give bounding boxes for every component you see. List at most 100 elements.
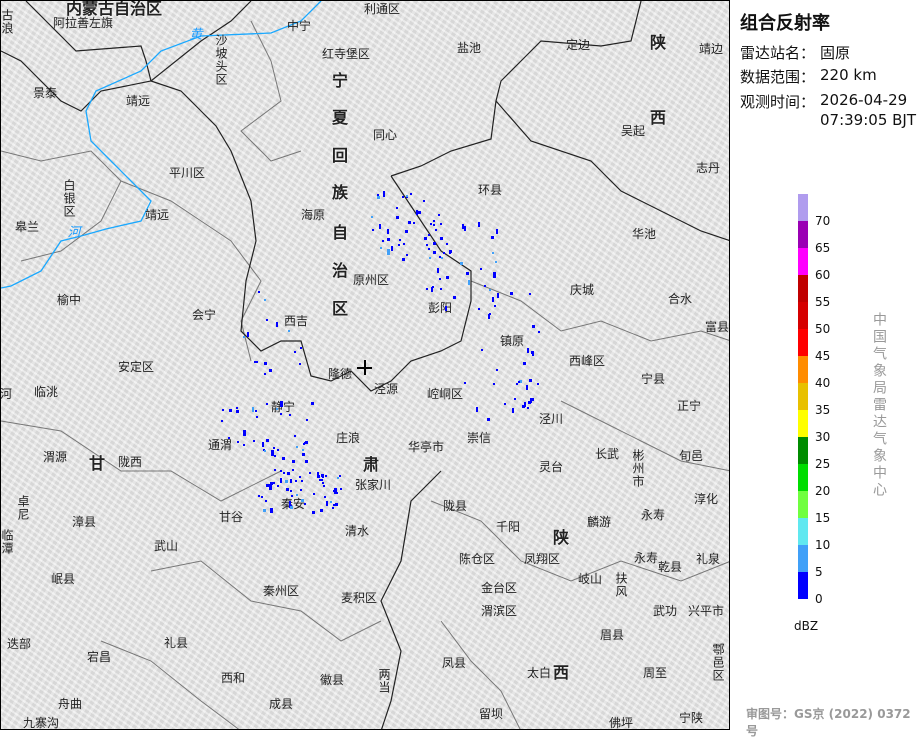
place-label: 成县	[268, 697, 294, 711]
echo-pixel	[247, 331, 250, 337]
echo-pixel	[298, 476, 301, 479]
echo-pixel	[405, 230, 409, 234]
place-label: 平川区	[168, 166, 206, 180]
echo-pixel	[522, 404, 526, 408]
echo-pixel	[440, 237, 444, 241]
echo-pixel	[493, 383, 496, 386]
place-label: 华亭市	[407, 440, 445, 454]
place-label: 西吉	[283, 314, 309, 328]
echo-pixel	[464, 225, 467, 231]
echo-pixel	[325, 500, 328, 506]
echo-pixel	[273, 454, 276, 457]
echo-pixel	[437, 268, 439, 274]
yellow-river	[1, 1, 322, 289]
echo-pixel	[395, 207, 398, 210]
echo-pixel	[294, 480, 297, 483]
echo-pixel	[427, 233, 430, 236]
place-label: 临洮	[33, 385, 59, 399]
place-label: 同心	[372, 128, 398, 142]
place-label: 泾源	[373, 382, 399, 396]
province-label: 夏	[331, 108, 349, 127]
echo-pixel	[376, 195, 380, 199]
place-label: 皋兰	[14, 220, 40, 234]
place-label: 静宁	[270, 400, 296, 414]
place-label: 陈仓区	[458, 552, 496, 566]
place-label: 彭阳	[427, 301, 453, 315]
echo-pixel	[407, 220, 411, 224]
echo-pixel	[443, 252, 446, 255]
colorbar-segment	[798, 572, 808, 599]
echo-pixel	[439, 287, 442, 290]
echo-pixel	[242, 335, 245, 338]
echo-pixel	[221, 419, 224, 422]
province-label: 宁	[331, 71, 349, 90]
echo-pixel	[276, 322, 279, 328]
place-label: 沙坡头区	[214, 34, 228, 86]
place-label: 通渭	[207, 438, 233, 452]
province-label: 西	[552, 663, 570, 682]
echo-pixel	[440, 222, 443, 225]
echo-pixel	[308, 471, 311, 474]
colorbar-segment	[798, 302, 808, 329]
echo-pixel	[329, 500, 332, 503]
echo-pixel	[301, 479, 304, 482]
colorbar-tick-label: 25	[815, 457, 831, 471]
echo-pixel	[445, 242, 448, 245]
colorbar-segment	[798, 275, 808, 302]
place-label: 凤县	[441, 656, 467, 670]
place-label: 会宁	[191, 308, 217, 322]
place-label: 佛坪	[608, 716, 634, 730]
province-label: 甘	[88, 454, 106, 473]
colorbar-tick-label: 0	[815, 592, 823, 606]
colorbar-segment	[798, 329, 808, 356]
echo-pixel	[526, 385, 529, 391]
colorbar-tick-label: 40	[815, 376, 831, 390]
echo-pixel	[294, 351, 297, 354]
county-boundary	[100, 640, 240, 729]
echo-pixel	[269, 508, 272, 514]
echo-pixel	[289, 480, 292, 483]
echo-pixel	[279, 412, 282, 415]
echo-pixel	[279, 401, 283, 408]
echo-pixel	[418, 210, 422, 214]
place-label: 金台区	[480, 581, 518, 595]
echo-pixel	[263, 509, 267, 513]
echo-pixel	[488, 288, 491, 291]
colorbar-segment	[798, 248, 808, 275]
legend-panel: 组合反射率 雷达站名： 固原 数据范围： 220 km 观测时间： 2026-0…	[730, 0, 920, 738]
radar-map[interactable]: 内蒙古自治区宁夏回族自治区陕西甘肃陕西黄河阿拉善左旗 利通区 中宁 沙坡头区 红寺堡区盐…	[0, 0, 730, 730]
echo-pixel	[459, 262, 463, 266]
place-label: 麦积区	[340, 591, 378, 605]
echo-pixel	[265, 319, 268, 322]
echo-pixel	[289, 501, 292, 507]
province-label: 肃	[362, 455, 380, 474]
echo-pixel	[279, 478, 282, 484]
product-title: 组合反射率	[740, 13, 830, 34]
place-label: 长武	[594, 447, 620, 461]
echo-pixel	[402, 257, 406, 261]
place-label: 富县	[704, 320, 730, 334]
province-label: 治	[331, 261, 349, 280]
echo-pixel	[395, 215, 399, 219]
echo-pixel	[415, 209, 418, 215]
echo-pixel	[262, 442, 265, 448]
place-label: 靖远	[144, 208, 170, 222]
echo-pixel	[504, 403, 507, 406]
echo-pixel	[260, 495, 263, 498]
echo-pixel	[481, 348, 484, 351]
echo-pixel	[432, 250, 436, 254]
echo-pixel	[265, 402, 268, 405]
colorbar-tick-label: 20	[815, 484, 831, 498]
echo-pixel	[406, 196, 409, 199]
echo-pixel	[285, 479, 289, 483]
colorbar-segment	[798, 545, 808, 572]
colorbar-unit: dBZ	[794, 619, 819, 633]
echo-pixel	[255, 409, 258, 412]
echo-pixel	[432, 223, 435, 226]
place-label: 太白	[526, 666, 552, 680]
place-label: 泾川	[538, 412, 564, 426]
echo-pixel	[433, 220, 436, 223]
echo-pixel	[263, 299, 266, 302]
echo-pixel	[379, 246, 382, 249]
echo-pixel	[229, 409, 233, 413]
